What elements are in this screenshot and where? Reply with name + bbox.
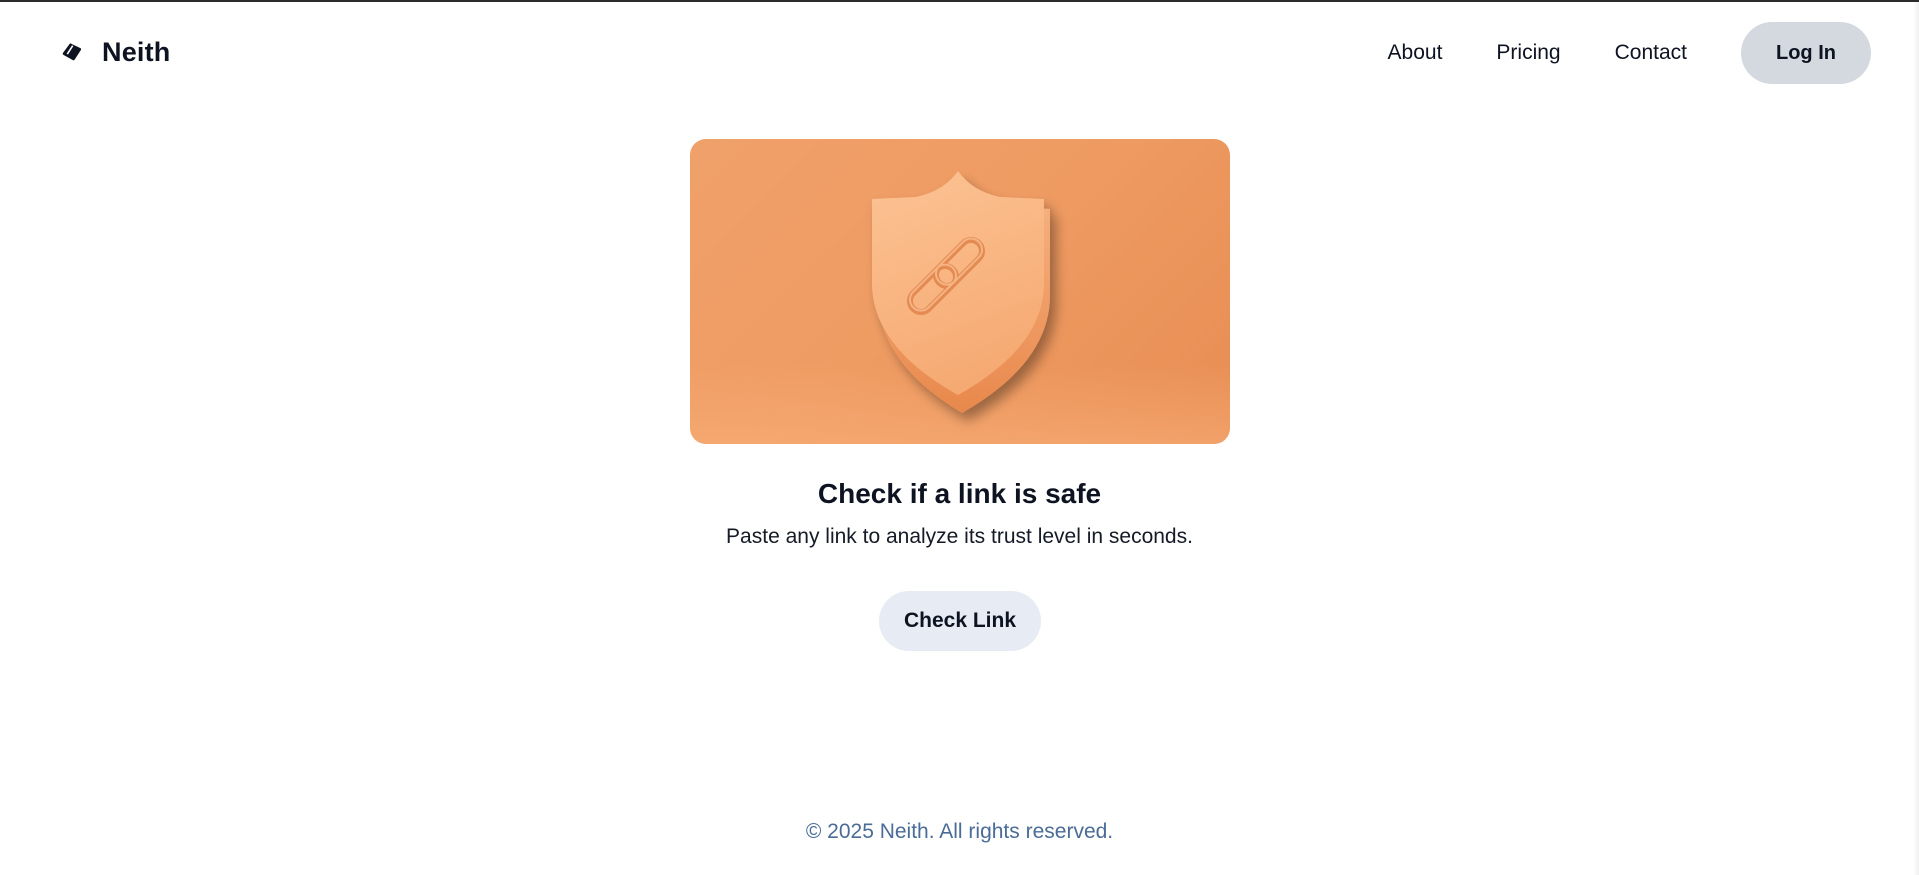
brand-name: Neith xyxy=(102,36,171,67)
hero-illustration xyxy=(690,139,1230,444)
nav-link-about[interactable]: About xyxy=(1388,41,1443,65)
page-title: Check if a link is safe xyxy=(817,478,1102,509)
page: Neith About Pricing Contact Log In Check… xyxy=(0,0,1919,875)
neith-logo-icon xyxy=(60,40,84,64)
brand[interactable]: Neith xyxy=(60,32,171,72)
page-subtitle: Paste any link to analyze its trust leve… xyxy=(726,525,1193,548)
nav-link-contact[interactable]: Contact xyxy=(1615,41,1687,65)
site-header: Neith About Pricing Contact Log In xyxy=(0,2,1919,102)
shield-link-icon xyxy=(872,171,1050,413)
scrollbar-edge xyxy=(1913,2,1919,875)
nav-link-pricing[interactable]: Pricing xyxy=(1496,41,1560,65)
login-button[interactable]: Log In xyxy=(1741,22,1871,84)
check-link-button[interactable]: Check Link xyxy=(879,591,1041,651)
footer-copyright: © 2025 Neith. All rights reserved. xyxy=(805,820,1114,843)
main-nav: About Pricing Contact Log In xyxy=(1388,22,1871,84)
